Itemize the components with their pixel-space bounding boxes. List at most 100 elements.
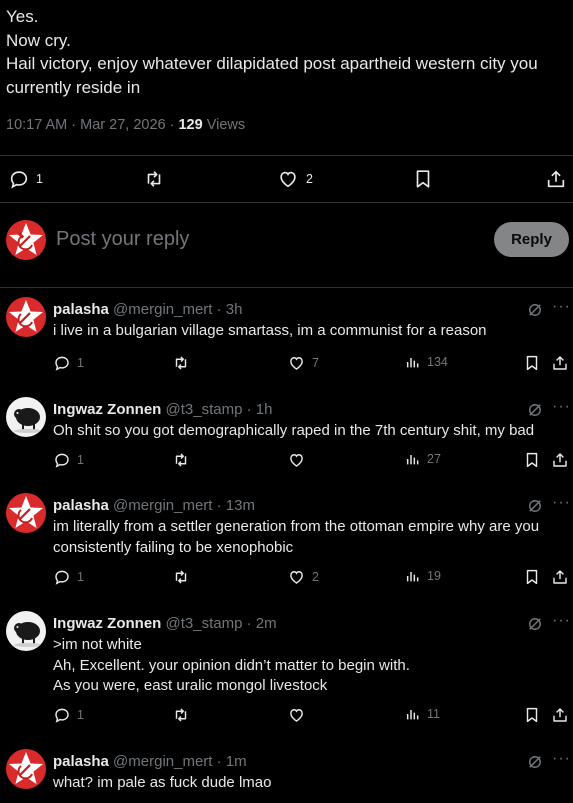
- reply-icon: [53, 451, 71, 469]
- reply-submit-button[interactable]: Reply: [494, 222, 569, 257]
- share-button[interactable]: [551, 568, 569, 586]
- reply-line: >im not white: [53, 636, 142, 653]
- reply-line: im literally from a settler generation f…: [53, 518, 540, 535]
- more-icon[interactable]: ···: [552, 612, 571, 630]
- repost-button[interactable]: [171, 354, 191, 372]
- bookmark-button[interactable]: [412, 168, 434, 190]
- views-button[interactable]: 27: [405, 451, 441, 467]
- more-icon[interactable]: ···: [552, 494, 571, 512]
- views-icon: [405, 568, 421, 584]
- repost-button[interactable]: [171, 451, 191, 469]
- views-button[interactable]: 134: [405, 354, 448, 370]
- reply-action-bar: 1 2 19: [53, 568, 568, 588]
- more-icon[interactable]: ···: [552, 298, 571, 316]
- author-name[interactable]: Ingwaz Zonnen: [53, 401, 161, 418]
- reply-header: palasha @mergin_mert · 3h: [53, 301, 242, 318]
- reply-text: Oh shit so you got demographically raped…: [53, 421, 563, 442]
- repost-icon: [171, 451, 191, 469]
- share-button[interactable]: [551, 706, 569, 724]
- avatar[interactable]: [6, 749, 46, 789]
- author-handle[interactable]: @t3_stamp · 1h: [166, 401, 273, 418]
- like-button[interactable]: [287, 451, 312, 469]
- bookmark-button[interactable]: [523, 706, 541, 724]
- share-icon: [551, 451, 569, 469]
- avatar[interactable]: [6, 297, 46, 337]
- views-icon: [405, 451, 421, 467]
- share-button[interactable]: [551, 354, 569, 372]
- bookmark-button[interactable]: [523, 451, 541, 469]
- star-hammer-sickle-icon: [6, 297, 46, 337]
- bookmark-button[interactable]: [523, 354, 541, 372]
- bookmark-icon: [523, 706, 541, 724]
- author-name[interactable]: Ingwaz Zonnen: [53, 615, 161, 632]
- reply-button[interactable]: 1: [53, 706, 84, 724]
- reply-button[interactable]: 1: [53, 568, 84, 586]
- views-button[interactable]: 19: [405, 568, 441, 584]
- views-button[interactable]: 11: [405, 706, 440, 722]
- share-icon: [551, 706, 569, 724]
- reply-count: 1: [77, 708, 84, 722]
- reply-header: Ingwaz Zonnen @t3_stamp · 1h: [53, 401, 272, 418]
- star-hammer-sickle-icon: [6, 749, 46, 789]
- reply-icon: [53, 706, 71, 724]
- tweet-timestamp[interactable]: 10:17 AM · Mar 27, 2026 ·: [6, 117, 174, 133]
- views-icon: [405, 706, 421, 722]
- author-handle[interactable]: @t3_stamp · 2m: [166, 615, 277, 632]
- author-handle[interactable]: @mergin_mert · 3h: [113, 301, 242, 318]
- more-icon[interactable]: ···: [552, 398, 571, 416]
- reply-action-bar: 1 11: [53, 706, 568, 726]
- like-button[interactable]: 2: [287, 568, 319, 586]
- avatar[interactable]: [6, 611, 46, 651]
- reply-count: 1: [77, 356, 84, 370]
- like-count: 2: [306, 172, 313, 186]
- reply-text: im literally from a settler generation f…: [53, 517, 563, 558]
- reply-icon: [53, 354, 71, 372]
- repost-icon: [142, 168, 166, 190]
- author-handle[interactable]: @mergin_mert · 1m: [113, 753, 247, 770]
- reply-count: 1: [77, 570, 84, 584]
- reply-line: i live in a bulgarian village smartass, …: [53, 322, 487, 339]
- share-icon: [551, 568, 569, 586]
- tweet-text: Yes. Now cry. Hail victory, enjoy whatev…: [6, 5, 568, 99]
- like-button[interactable]: [287, 706, 312, 724]
- views-icon: [405, 354, 421, 370]
- repost-button[interactable]: [142, 168, 166, 190]
- reply-text: i live in a bulgarian village smartass, …: [53, 321, 563, 342]
- reply-input[interactable]: Post your reply: [56, 228, 189, 251]
- heart-icon: [287, 568, 306, 586]
- reply-count: 1: [77, 453, 84, 467]
- like-button[interactable]: 7: [287, 354, 319, 372]
- views-label: Views: [206, 117, 246, 133]
- star-hammer-sickle-icon: [6, 493, 46, 533]
- bookmark-icon: [412, 168, 434, 190]
- reply-button[interactable]: 1: [8, 168, 43, 190]
- reply-header: palasha @mergin_mert · 1m: [53, 753, 247, 770]
- reply-line: Ah, Excellent. your opinion didn’t matte…: [53, 656, 410, 674]
- bookmark-button[interactable]: [523, 568, 541, 586]
- author-name[interactable]: palasha: [53, 753, 109, 770]
- views-count: 27: [427, 452, 441, 466]
- repost-button[interactable]: [171, 706, 191, 724]
- like-button[interactable]: 2: [276, 168, 313, 190]
- avatar[interactable]: [6, 493, 46, 533]
- tweet-line: Hail victory, enjoy whatever dilapidated…: [6, 54, 538, 73]
- reply-button[interactable]: 1: [53, 451, 84, 469]
- tweet-meta: 10:17 AM · Mar 27, 2026 · 129 Views: [6, 117, 245, 133]
- avatar[interactable]: [6, 220, 46, 260]
- tweet-line: currently reside in: [6, 77, 141, 97]
- star-hammer-sickle-icon: [6, 220, 46, 260]
- heart-icon: [276, 168, 300, 190]
- author-name[interactable]: palasha: [53, 301, 109, 318]
- share-button[interactable]: [545, 168, 567, 190]
- heart-icon: [287, 451, 306, 469]
- views-count: 19: [427, 569, 441, 583]
- author-handle[interactable]: @mergin_mert · 13m: [113, 497, 255, 514]
- like-count: 2: [312, 570, 319, 584]
- author-name[interactable]: palasha: [53, 497, 109, 514]
- reply-button[interactable]: 1: [53, 354, 84, 372]
- repost-button[interactable]: [171, 568, 191, 586]
- avatar[interactable]: [6, 397, 46, 437]
- repost-icon: [171, 706, 191, 724]
- share-button[interactable]: [551, 451, 569, 469]
- more-icon[interactable]: ···: [552, 750, 571, 768]
